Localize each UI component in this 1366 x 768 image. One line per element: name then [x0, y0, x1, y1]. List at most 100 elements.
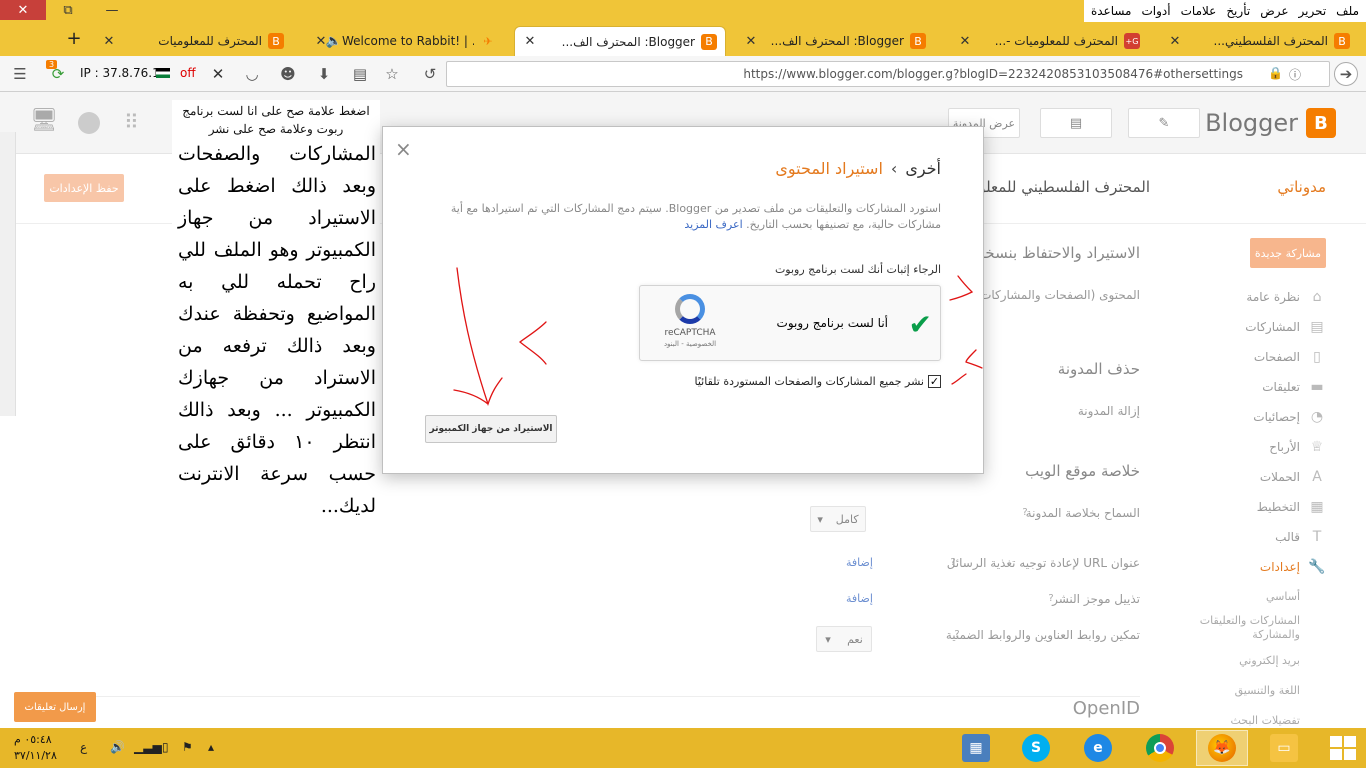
sidebar-item-campaigns[interactable]: A الحملات	[1186, 462, 1326, 492]
bookmark-star-icon[interactable]: ☆	[380, 62, 404, 86]
close-icon[interactable]: ✕	[523, 34, 537, 49]
volume-icon[interactable]: 🔊	[110, 740, 125, 754]
my-blogs-link[interactable]: مدوناتي	[1277, 178, 1326, 196]
new-tab-button[interactable]: +	[62, 26, 86, 50]
lock-icon[interactable]: 🔒	[1268, 66, 1283, 80]
help-icon[interactable]: ?	[946, 556, 960, 570]
menu-file[interactable]: ملف	[1331, 4, 1364, 18]
help-icon[interactable]: ?	[1018, 506, 1032, 520]
info-icon[interactable]: ⓘ	[1289, 66, 1301, 83]
menu-view[interactable]: عرض	[1255, 4, 1293, 18]
sidebar-item-stats[interactable]: ◔ إحصائيات	[1186, 402, 1326, 432]
window-minimize-button[interactable]: —	[90, 0, 134, 20]
menu-tools[interactable]: أدوات	[1137, 4, 1176, 18]
settings-sub-language[interactable]: اللغة والتنسيق	[1186, 676, 1326, 706]
pencil-icon[interactable]: ✎	[1128, 108, 1200, 138]
help-icon[interactable]: ?	[950, 628, 964, 642]
url-bar[interactable]: https://www.blogger.com/blogger.g?blogID…	[446, 61, 1330, 87]
skype-taskbar-icon[interactable]: S	[1010, 730, 1062, 766]
save-settings-button[interactable]: حفظ الإعدادات	[44, 174, 124, 202]
reload-icon[interactable]: ↺	[418, 62, 442, 86]
add-redirect-link[interactable]: إضافة	[846, 556, 873, 569]
ie-taskbar-icon[interactable]: e	[1072, 730, 1124, 766]
window-restore-button[interactable]: ⧉	[46, 0, 90, 20]
chevron-up-icon[interactable]: ▴	[208, 740, 214, 754]
tab[interactable]: B المحترف للمعلوميات ✕	[94, 26, 292, 56]
send-feedback-button[interactable]: إرسال تعليقات	[14, 692, 96, 722]
tab[interactable]: ✈ Welcome to Rabbit! | ... 🔈 ✕	[306, 26, 504, 56]
sidebar-item-template[interactable]: T قالب	[1186, 522, 1326, 552]
feed-select[interactable]: كامل ▾	[810, 506, 866, 532]
close-icon[interactable]: ✕	[314, 34, 328, 49]
menu-icon[interactable]: ☰	[8, 62, 32, 86]
close-icon[interactable]: ×	[395, 137, 412, 161]
notifications-icon[interactable]	[78, 112, 100, 134]
sidebar-item-pages[interactable]: ▯ الصفحات	[1186, 342, 1326, 372]
tab[interactable]: B Blogger: المحترف الف... ✕	[736, 26, 934, 56]
tab[interactable]: G+ المحترف للمعلوميات -... ✕	[950, 26, 1148, 56]
windows-start-icon[interactable]	[1330, 736, 1356, 760]
sidebar-item-earnings[interactable]: ♕ الأرباح	[1186, 432, 1326, 462]
posts-icon[interactable]: ▤	[1040, 108, 1112, 138]
settings-sub-search[interactable]: تفضيلات البحث	[1186, 706, 1326, 728]
flag-icon[interactable]: ⚑	[182, 740, 193, 754]
menu-help[interactable]: مساعدة	[1086, 4, 1137, 18]
close-icon[interactable]: ✕	[958, 34, 972, 49]
feed-section-title: خلاصة موقع الويب	[1025, 462, 1140, 480]
settings-sub-basic[interactable]: أساسي	[1186, 582, 1326, 612]
import-from-computer-button[interactable]: الاستيراد من جهاز الكمبيوتر	[425, 415, 557, 443]
settings-sub-email[interactable]: بريد إلكتروني	[1186, 646, 1326, 676]
tab[interactable]: B المحترف الفلسطيني... ✕	[1160, 26, 1358, 56]
battery-icon[interactable]: ▯	[162, 740, 169, 754]
recaptcha-privacy-link[interactable]: الخصوصية - البنود	[650, 340, 730, 348]
reader-icon[interactable]: ▤	[348, 62, 372, 86]
skype-icon: S	[1022, 734, 1050, 762]
sidebar-item-layout[interactable]: ▦ التخطيط	[1186, 492, 1326, 522]
sidebar-item-posts[interactable]: ▤ المشاركات	[1186, 312, 1326, 342]
account-icon[interactable]: 🖥	[30, 108, 58, 133]
back-arrow-icon[interactable]: ➔	[1334, 62, 1358, 86]
add-footer-link[interactable]: إضافة	[846, 592, 873, 605]
settings-sub-posts-comments[interactable]: المشاركات والتعليقات والمشاركة	[1186, 612, 1326, 646]
firefox-taskbar-icon[interactable]: 🦊	[1196, 730, 1248, 766]
signal-icon[interactable]: ▁▃▅	[134, 740, 162, 754]
blogger-logo[interactable]: B Blogger	[1205, 108, 1336, 138]
chrome-taskbar-icon[interactable]	[1134, 730, 1186, 766]
download-icon[interactable]: ⬇	[312, 62, 336, 86]
tab-active[interactable]: B Blogger: المحترف الف... ✕	[514, 26, 726, 56]
pocket-icon[interactable]: ◡	[240, 62, 264, 86]
close-icon[interactable]: ✕	[102, 34, 116, 49]
language-indicator[interactable]: ع	[80, 740, 87, 754]
smiley-icon[interactable]: ☻	[276, 62, 300, 86]
apps-grid-icon[interactable]: ⠿	[124, 110, 139, 134]
window-close-button[interactable]: ✕	[0, 0, 46, 20]
sidebar-item-overview[interactable]: ⌂ نظرة عامة	[1186, 282, 1326, 312]
checkmark-icon[interactable]: ✔	[909, 308, 932, 341]
scrollbar[interactable]	[0, 132, 16, 416]
blogger-icon: B	[701, 33, 717, 50]
recaptcha-widget[interactable]: ✔ أنا لست برنامج روبوت reCAPTCHA الخصوصي…	[639, 285, 941, 361]
links-select[interactable]: نعم ▾	[816, 626, 872, 652]
vpn-status[interactable]: off	[180, 66, 196, 80]
breadcrumb-other[interactable]: أخرى	[905, 159, 941, 178]
sidebar-item-comments[interactable]: ▬ تعليقات	[1186, 372, 1326, 402]
menu-edit[interactable]: تحرير	[1294, 4, 1332, 18]
close-icon[interactable]: ✕	[744, 34, 758, 49]
sidebar-item-label: الحملات	[1259, 470, 1300, 484]
links-select-value: نعم	[847, 632, 863, 646]
close-icon[interactable]: ✕	[1168, 34, 1182, 49]
new-post-button[interactable]: مشاركة جديدة	[1250, 238, 1326, 268]
publish-checkbox[interactable]: ✓	[928, 375, 941, 388]
sidebar-item-settings[interactable]: 🔧 إعدادات	[1186, 552, 1326, 582]
menu-bookmarks[interactable]: علامات	[1176, 4, 1222, 18]
control-panel-taskbar-icon[interactable]: ▦	[950, 730, 1002, 766]
x-icon[interactable]: ✕	[206, 62, 230, 86]
system-clock[interactable]: ٠٥:٤٨ م ٣٧/١١/٢٨	[14, 732, 57, 764]
learn-more-link[interactable]: اعرف المزيد	[684, 218, 742, 231]
help-icon[interactable]: ?	[1044, 592, 1058, 606]
file-explorer-taskbar-icon[interactable]: ▭	[1258, 730, 1310, 766]
menu-history[interactable]: تأريخ	[1221, 4, 1255, 18]
delete-blog-link[interactable]: إزالة المدونة	[1078, 404, 1140, 418]
publish-option[interactable]: ✓ نشر جميع المشاركات والصفحات المستوردة …	[694, 375, 941, 388]
publish-label: نشر جميع المشاركات والصفحات المستوردة تل…	[694, 375, 925, 388]
